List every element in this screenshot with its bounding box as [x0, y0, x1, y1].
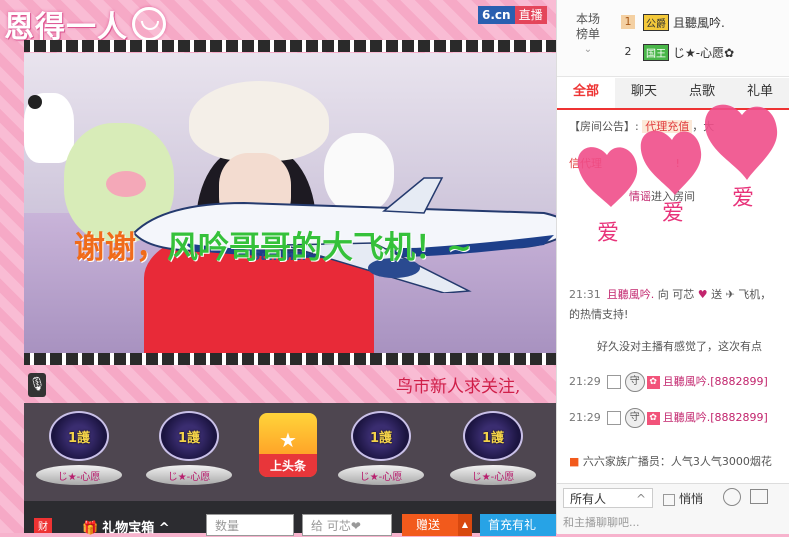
- star-badge-icon: ✿: [646, 411, 660, 425]
- enter-message: 21:29 守 ✿ 且聽風吟.[8882899]: [569, 372, 768, 392]
- svg-text:爱: 爱: [662, 201, 684, 226]
- send-label: 赠送: [416, 518, 441, 532]
- rank-title-line1: 本场: [575, 12, 600, 26]
- msg-time: 21:29: [569, 375, 601, 388]
- chevron-down-icon: ⌄: [583, 44, 593, 55]
- gift-box-label: 礼物宝箱: [102, 521, 155, 536]
- guardian-medal-icon: 1護: [49, 411, 109, 461]
- star-badge-icon: ✿: [646, 375, 660, 389]
- thanks-part-b: 风吟哥哥的大飞机！~: [167, 230, 472, 266]
- guardian-slot[interactable]: 1護 じ★-心愿: [336, 411, 426, 493]
- vip-icon: [606, 375, 621, 389]
- vip-icon: [606, 411, 621, 425]
- msg-time: 21:29: [569, 411, 601, 424]
- chat-input[interactable]: 和主播聊聊吧...: [563, 514, 784, 532]
- guardian-name: じ★-心愿: [450, 465, 536, 485]
- msg-text: 送: [711, 288, 723, 301]
- guardian-medal-icon: 1護: [351, 411, 411, 461]
- gift-box-button[interactable]: 🎁 礼物宝箱 ^: [82, 517, 170, 536]
- gift-icon: 🎁: [82, 521, 99, 536]
- smile-icon: [132, 7, 166, 41]
- guardian-name: じ★-心愿: [146, 465, 232, 485]
- caret-up-icon: ^: [158, 521, 170, 536]
- plane-icon: ✈: [725, 288, 735, 301]
- rank-title[interactable]: 本场 榜单 ⌄: [563, 12, 613, 57]
- rank-row[interactable]: 1 公爵 且聽風吟.: [621, 12, 725, 32]
- streamer-hat: [189, 81, 329, 161]
- broadcast-text: 六六家族广播员：人气3人气3000烟花: [582, 455, 772, 468]
- msg-text: 飞机，: [738, 288, 772, 301]
- user-id: [8882899]: [710, 375, 768, 388]
- rank-user-name: じ★-心愿✿: [673, 45, 735, 60]
- microphone-icon[interactable]: 🎙: [28, 373, 46, 397]
- guardian-slot[interactable]: 1護 じ★-心愿: [34, 411, 124, 493]
- svg-text:爱: 爱: [597, 221, 619, 246]
- guardian-medal-icon: 1護: [159, 411, 219, 461]
- rank-board: 本场 榜单 ⌄ 1 公爵 且聽風吟. 2 国王 じ★-心愿✿: [557, 0, 789, 77]
- site-badge: 6.cn: [478, 6, 515, 24]
- thanks-part-a: 谢谢，: [74, 230, 167, 266]
- scrolling-ticker: 鸟市新人求关注,: [396, 377, 521, 397]
- guardian-name: じ★-心愿: [338, 465, 424, 485]
- guard-shield-icon: 守: [624, 372, 645, 392]
- user-name[interactable]: 且聽風吟.: [607, 288, 655, 301]
- gift-thanks-overlay: 谢谢，风吟哥哥的大飞机！~: [74, 222, 472, 267]
- rank-number: 1: [621, 15, 635, 29]
- broadcast-icon: ■: [569, 455, 580, 468]
- chat-message: 好久没对主播有感觉了，这次有点: [597, 340, 762, 353]
- private-toggle[interactable]: 悄悄: [663, 490, 703, 507]
- guardian-medal-icon: 1護: [463, 411, 523, 461]
- headline-button[interactable]: ★ 上头条: [259, 413, 317, 477]
- level-badge: 国王: [643, 43, 669, 61]
- wealth-icon[interactable]: 财: [34, 518, 52, 533]
- rank-title-line2: 榜单: [575, 27, 600, 41]
- panda-toy: [24, 93, 74, 163]
- rank-user-name: 且聽風吟.: [673, 15, 725, 30]
- headline-label: 上头条: [259, 454, 317, 477]
- rank-row[interactable]: 2 国王 じ★-心愿✿: [621, 42, 734, 62]
- site-live-badge: 6.cn 直播: [478, 6, 552, 24]
- msg-text: 向 可芯: [657, 288, 695, 301]
- user-id: [8882899]: [710, 411, 768, 424]
- guardian-slot[interactable]: 1護 じ★-心愿: [448, 411, 538, 493]
- star-icon: ★: [279, 428, 297, 452]
- broadcast-message: ■ 六六家族广播员：人气3人气3000烟花: [569, 453, 772, 469]
- emoji-icon[interactable]: [723, 488, 741, 506]
- audience-select[interactable]: 所有人 ^: [563, 488, 653, 508]
- enter-message: 21:29 守 ✿ 且聽風吟.[8882899]: [569, 408, 768, 428]
- checkbox[interactable]: [663, 493, 675, 506]
- guardian-name: じ★-心愿: [36, 465, 122, 485]
- gift-message: 21:31 且聽風吟. 向 可芯 ♥ 送 ✈ 飞机，: [569, 288, 772, 301]
- video-player[interactable]: Summer: [24, 53, 556, 353]
- user-name[interactable]: 且聽風吟.: [663, 411, 711, 424]
- side-panel: 本场 榜单 ⌄ 1 公爵 且聽風吟. 2 国王 じ★-心愿✿ 全部 聊天 点歌 …: [556, 0, 789, 534]
- image-icon[interactable]: [750, 489, 768, 504]
- chat-input-area: 所有人 ^ 悄悄 和主播聊聊吧...: [557, 483, 789, 534]
- audience-label: 所有人: [570, 492, 607, 506]
- guardian-slot[interactable]: 1護 じ★-心愿: [144, 411, 234, 493]
- svg-text:爱: 爱: [732, 186, 754, 211]
- private-label: 悄悄: [679, 492, 704, 506]
- film-strip-top: [24, 40, 556, 52]
- msg-time: 21:31: [569, 288, 601, 301]
- level-badge: 公爵: [643, 13, 669, 31]
- live-badge: 直播: [514, 6, 547, 24]
- guard-shield-icon: 守: [624, 408, 645, 428]
- rank-number: 2: [624, 45, 632, 58]
- chevron-up-icon: ^: [635, 492, 646, 506]
- hearts-effect-icon: 爱 爱 爱: [577, 104, 778, 246]
- user-name[interactable]: 且聽風吟.: [663, 375, 711, 388]
- film-strip-bottom: [24, 353, 556, 365]
- gift-message-line2: 的热情支持!: [569, 308, 629, 321]
